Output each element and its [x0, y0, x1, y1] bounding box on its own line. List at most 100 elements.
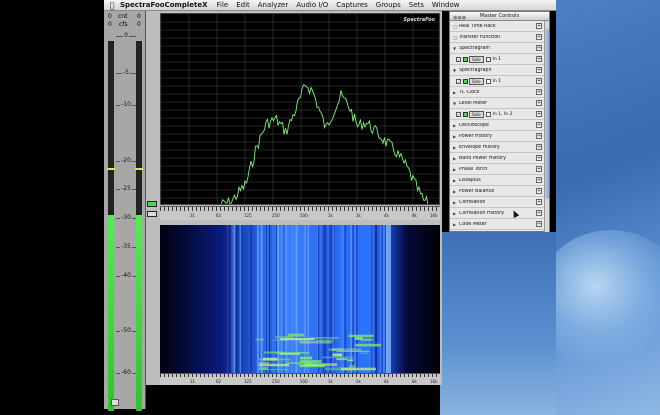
add-button[interactable]: +	[536, 122, 542, 128]
enable-checkbox[interactable]: ✓	[456, 78, 461, 84]
spectrogram-streak	[230, 225, 232, 373]
add-button[interactable]: +	[536, 111, 542, 117]
channel-color-swatch[interactable]	[463, 78, 468, 84]
spectrograph-color-button[interactable]	[147, 201, 157, 207]
solo-button[interactable]: Solo	[469, 77, 484, 85]
add-button[interactable]: +	[536, 221, 542, 227]
enable-checkbox[interactable]: ✓	[456, 111, 461, 117]
add-button[interactable]: +	[536, 67, 542, 73]
spectrograph-trace-svg	[161, 14, 439, 204]
master-controls-scroll-thumb[interactable]	[545, 29, 549, 199]
master-controls-item[interactable]: ▶ Power Balance +	[450, 186, 549, 197]
meter-menu-button[interactable]	[111, 399, 119, 406]
add-button[interactable]: +	[536, 56, 542, 62]
spectrogram-streak	[239, 225, 241, 373]
spectrograph-x-axis: 31 62 125 250 500 1k 2k 4k 8k 16k	[160, 206, 440, 220]
meter-scale-5: -5	[116, 69, 136, 76]
master-controls-item[interactable]: ▶ Envelope History +	[450, 142, 549, 153]
sgram-xlabel-500: 500	[300, 379, 308, 384]
add-button[interactable]: +	[536, 100, 542, 106]
add-button[interactable]: +	[536, 23, 542, 29]
meter-left-peak	[107, 168, 115, 170]
master-controls-item[interactable]: ▶ Band Power History +	[450, 153, 549, 164]
meter-right-level	[136, 214, 142, 411]
master-controls-titlebar[interactable]: ●●● Master Controls	[450, 12, 549, 21]
menu-analyzer[interactable]: Analyzer	[258, 1, 288, 9]
app-name-menu[interactable]: SpectraFooCompleteX	[120, 1, 207, 9]
spectrogram-streak	[317, 225, 320, 373]
enable-checkbox[interactable]: ✓	[456, 56, 461, 62]
master-controls-item[interactable]: ▶ Power History +	[450, 131, 549, 142]
spec-xlabel-8k: 8k	[412, 213, 417, 218]
menu-groups[interactable]: Groups	[376, 1, 401, 9]
sgram-xlabel-62: 62	[216, 379, 222, 384]
meter-scale-20: -20	[116, 157, 136, 164]
add-button[interactable]: +	[536, 210, 542, 216]
channel-color-swatch[interactable]	[463, 56, 468, 62]
menu-window[interactable]: Window	[432, 1, 460, 9]
spectrogram-energy-band	[263, 351, 284, 354]
master-controls-item[interactable]: ▶ Phase Torch +	[450, 164, 549, 175]
spectrogram-energy-band	[360, 352, 369, 354]
add-button[interactable]: +	[536, 166, 542, 172]
add-button[interactable]: +	[536, 133, 542, 139]
add-button[interactable]: +	[536, 45, 542, 51]
channel-color-swatch[interactable]	[463, 111, 468, 117]
add-button[interactable]: +	[536, 155, 542, 161]
meter-right-channel	[135, 41, 143, 411]
sgram-xlabel-4k: 4k	[384, 379, 389, 384]
spectrogram-streak	[265, 225, 268, 373]
spectrogram-energy-band	[348, 365, 356, 368]
sgram-xlabel-2k: 2k	[356, 379, 361, 384]
apple-menu-icon[interactable]: 	[104, 1, 120, 10]
channel-select-checkbox[interactable]	[485, 111, 491, 117]
master-controls-item[interactable]: ▶ Correlation +	[450, 197, 549, 208]
spectrogram-streak	[277, 225, 279, 373]
add-button[interactable]: +	[536, 34, 542, 40]
master-controls-scrollbar[interactable]	[544, 21, 549, 232]
spectrograph-mode-button[interactable]	[147, 211, 157, 217]
master-controls-subrow[interactable]: ✓ Solo In 1 +	[450, 76, 549, 87]
spectrograph-plot[interactable]: SpectraFoo	[160, 13, 440, 205]
meter-header-right-2: 0	[137, 21, 141, 28]
add-button[interactable]: +	[536, 89, 542, 95]
sgram-xlabel-8k: 8k	[412, 379, 417, 384]
channel-select-checkbox[interactable]	[485, 78, 491, 84]
master-controls-item[interactable]: ◯ Transfer Function +	[450, 32, 549, 43]
spectrogram-energy-band	[355, 343, 381, 347]
add-button[interactable]: +	[536, 188, 542, 194]
menu-captures[interactable]: Captures	[336, 1, 367, 9]
add-button[interactable]: +	[536, 144, 542, 150]
master-controls-item[interactable]: ◯ Real Time Rack +	[450, 21, 549, 32]
spectrogram-streak	[252, 225, 254, 373]
master-controls-item[interactable]: ▶ Lissajous +	[450, 175, 549, 186]
spectrogram-streak	[324, 225, 327, 373]
menu-sets[interactable]: Sets	[409, 1, 424, 9]
spectrogram-plot[interactable]	[160, 225, 440, 373]
spectrograph-x-ticks	[160, 207, 440, 211]
spectrogram-energy-band	[341, 367, 376, 371]
meter-header-cnt: cnt	[118, 13, 128, 20]
master-controls-item[interactable]: ▼ Spectragram +	[450, 43, 549, 54]
channel-select-checkbox[interactable]	[485, 56, 491, 62]
master-controls-item[interactable]: ▶ TC Clock +	[450, 87, 549, 98]
master-controls-subrow[interactable]: ✓ Solo In 1 +	[450, 54, 549, 65]
solo-button[interactable]: Solo	[469, 110, 484, 118]
menu-audio-io[interactable]: Audio I/O	[296, 1, 328, 9]
spectrogram-streak	[274, 225, 276, 373]
spectrogram-x-ticks	[160, 374, 440, 377]
meter-left-channel	[107, 41, 115, 411]
master-controls-item[interactable]: ▶ Oscilloscope +	[450, 120, 549, 131]
master-controls-item[interactable]: ▼ Spectragraph +	[450, 65, 549, 76]
master-controls-subrow[interactable]: ✓ Solo In 1, In 2 +	[450, 109, 549, 120]
solo-button[interactable]: Solo	[469, 55, 484, 63]
add-button[interactable]: +	[536, 78, 542, 84]
master-controls-item[interactable]: ▶ Correlation History +	[450, 208, 549, 219]
add-button[interactable]: +	[536, 177, 542, 183]
master-controls-item[interactable]: ▼ Level Meter +	[450, 98, 549, 109]
menu-file[interactable]: File	[216, 1, 228, 9]
master-controls-item[interactable]: ▶ Code Meter +	[450, 219, 549, 230]
spectrogram-streak	[281, 225, 282, 373]
add-button[interactable]: +	[536, 199, 542, 205]
menu-edit[interactable]: Edit	[236, 1, 250, 9]
